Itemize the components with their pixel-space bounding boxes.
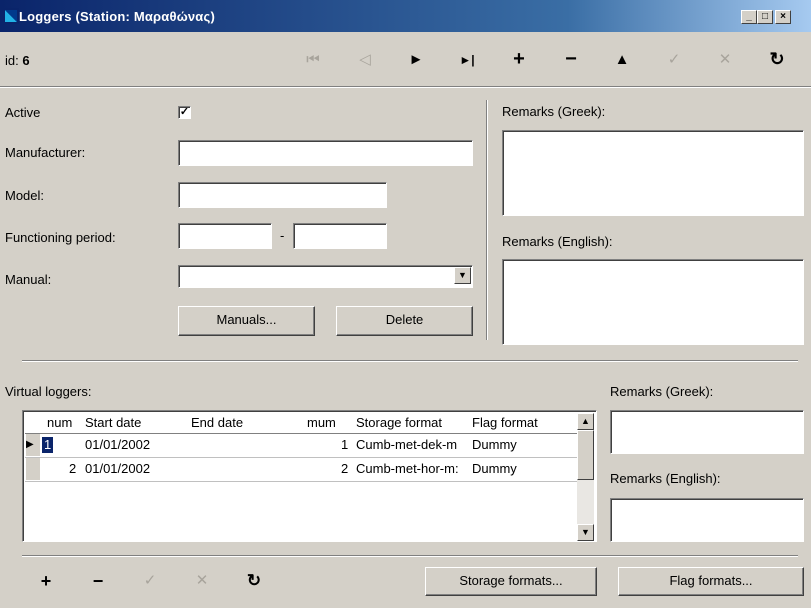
- remarks-english-label: Remarks (English):: [502, 234, 613, 249]
- col-storage-format[interactable]: Storage format: [356, 413, 442, 433]
- cell-storage-format[interactable]: Cumb-met-hor-m:: [356, 458, 472, 480]
- manual-label: Manual:: [5, 272, 52, 287]
- nav-delete-icon[interactable]: −: [556, 46, 586, 72]
- grid-vertical-scrollbar[interactable]: ▲ ▼: [577, 413, 594, 541]
- form-vertical-divider: [486, 100, 488, 340]
- storage-formats-button[interactable]: Storage formats...: [425, 567, 597, 596]
- model-label: Model:: [5, 188, 45, 203]
- period-separator: -: [280, 228, 285, 243]
- active-checkbox[interactable]: ✓: [178, 106, 191, 119]
- id-label: id: 6: [5, 53, 30, 68]
- remarks-english-field[interactable]: [502, 259, 804, 345]
- vl-delete-icon[interactable]: −: [84, 568, 112, 594]
- cell-flag-format[interactable]: Dummy: [472, 434, 517, 456]
- cell-storage-format[interactable]: Cumb-met-dek-m: [356, 434, 472, 456]
- vl-insert-icon[interactable]: +: [32, 568, 60, 594]
- manufacturer-field[interactable]: [178, 140, 473, 166]
- title-bar: Loggers (Station: Μαραθώνας) _ □ ×: [0, 0, 811, 32]
- col-flag-format[interactable]: Flag format: [472, 413, 538, 433]
- vl-refresh-icon[interactable]: ↻: [240, 568, 268, 594]
- period-to-field[interactable]: [293, 223, 387, 249]
- nav-first-icon[interactable]: ⏮: [298, 47, 328, 73]
- flag-formats-button[interactable]: Flag formats...: [618, 567, 804, 596]
- cell-start-date[interactable]: 01/01/2002: [85, 434, 150, 456]
- nav-post-icon[interactable]: ✓: [659, 47, 689, 73]
- nav-last-icon[interactable]: ►|: [452, 47, 482, 73]
- manuals-button[interactable]: Manuals...: [178, 306, 315, 336]
- nav-insert-icon[interactable]: +: [504, 46, 534, 72]
- grid-header: num Start date End date mum Storage form…: [25, 413, 580, 434]
- delete-manual-button[interactable]: Delete: [336, 306, 473, 336]
- cell-num[interactable]: 2: [69, 458, 76, 480]
- table-row[interactable]: 2 01/01/2002 2 Cumb-met-hor-m: Dummy: [25, 458, 580, 482]
- nav-cancel-icon[interactable]: ✕: [710, 47, 740, 73]
- model-field[interactable]: [178, 182, 387, 208]
- close-button[interactable]: ×: [775, 10, 791, 24]
- id-value: 6: [22, 53, 30, 68]
- table-row[interactable]: ▶ 1 01/01/2002 1 Cumb-met-dek-m Dummy: [25, 434, 580, 458]
- vl-remarks-greek-field[interactable]: [610, 410, 804, 454]
- top-divider: [0, 86, 811, 88]
- virtual-loggers-label: Virtual loggers:: [5, 384, 92, 399]
- manufacturer-label: Manufacturer:: [5, 145, 86, 160]
- vl-remarks-english-label: Remarks (English):: [610, 471, 721, 486]
- period-from-field[interactable]: [178, 223, 272, 249]
- col-num[interactable]: num: [47, 413, 72, 433]
- minimize-button[interactable]: _: [741, 10, 757, 24]
- col-end-date[interactable]: End date: [191, 413, 243, 433]
- cell-mum[interactable]: 1: [341, 434, 348, 456]
- row-indicator: [26, 458, 40, 480]
- virtual-loggers-grid[interactable]: num Start date End date mum Storage form…: [22, 410, 597, 542]
- remarks-greek-label: Remarks (Greek):: [502, 104, 606, 119]
- chevron-down-icon[interactable]: ▼: [454, 267, 471, 284]
- vl-cancel-icon[interactable]: ✕: [188, 568, 216, 594]
- id-caption: id:: [5, 53, 19, 68]
- active-label: Active: [5, 105, 41, 120]
- remarks-greek-field[interactable]: [502, 130, 804, 216]
- mid-divider: [22, 360, 798, 362]
- cell-start-date[interactable]: 01/01/2002: [85, 458, 150, 480]
- col-mum[interactable]: mum: [307, 413, 336, 433]
- cell-mum[interactable]: 2: [341, 458, 348, 480]
- maximize-button[interactable]: □: [757, 10, 773, 24]
- scroll-down-icon[interactable]: ▼: [577, 524, 594, 541]
- nav-edit-icon[interactable]: ▲: [607, 47, 637, 73]
- col-start-date[interactable]: Start date: [85, 413, 141, 433]
- functioning-period-label: Functioning period:: [5, 230, 116, 245]
- nav-prior-icon[interactable]: ◁: [350, 47, 380, 73]
- window-title: Loggers (Station: Μαραθώνας): [19, 9, 215, 24]
- cell-num[interactable]: 1: [42, 437, 54, 453]
- nav-refresh-icon[interactable]: ↻: [762, 46, 792, 72]
- row-indicator-icon: ▶: [26, 434, 40, 456]
- nav-next-icon[interactable]: ►: [401, 47, 431, 73]
- scroll-thumb[interactable]: [577, 430, 594, 480]
- vl-remarks-english-field[interactable]: [610, 498, 804, 542]
- cell-flag-format[interactable]: Dummy: [472, 458, 517, 480]
- scroll-up-icon[interactable]: ▲: [577, 413, 594, 430]
- vl-remarks-greek-label: Remarks (Greek):: [610, 384, 714, 399]
- app-icon[interactable]: [3, 8, 19, 24]
- vl-post-icon[interactable]: ✓: [136, 568, 164, 594]
- bottom-divider: [22, 555, 798, 557]
- manual-select[interactable]: ▼: [178, 265, 473, 288]
